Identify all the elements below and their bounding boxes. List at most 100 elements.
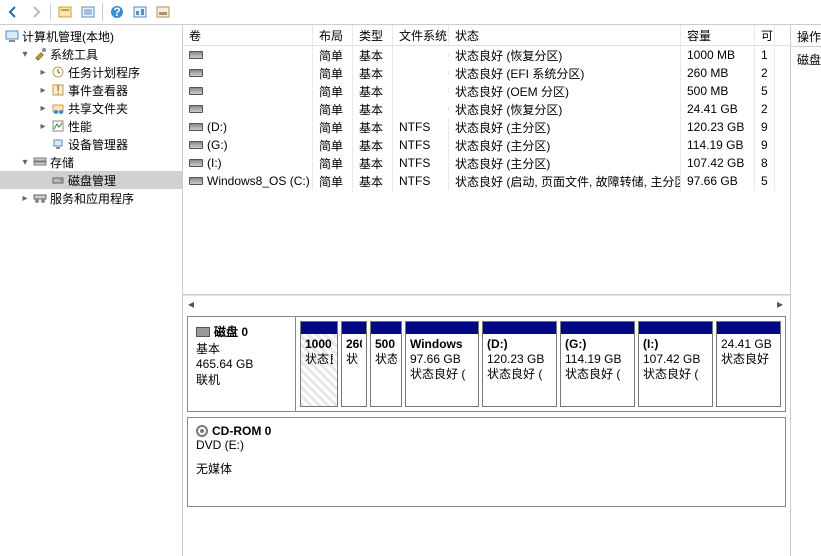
volume-row[interactable]: 简单基本状态良好 (OEM 分区)500 MB5 [183, 82, 790, 100]
tree-root[interactable]: 计算机管理(本地) [0, 27, 182, 45]
volume-row[interactable]: 简单基本状态良好 (EFI 系统分区)260 MB2 [183, 64, 790, 82]
chevron-right-icon[interactable]: ▸ [36, 67, 50, 78]
tree-perf[interactable]: ▸ 性能 [0, 117, 182, 135]
storage-icon [32, 156, 48, 168]
horizontal-scrollbar[interactable]: ◂ ▸ [183, 295, 790, 311]
tree-services[interactable]: ▸ 服务和应用程序 [0, 189, 182, 207]
toolbar-separator [102, 3, 103, 21]
tree-label: 系统工具 [50, 46, 98, 63]
volume-row[interactable]: (I:)简单基本NTFS状态良好 (主分区)107.42 GB8 [183, 154, 790, 172]
vol-fs: NTFS [393, 154, 449, 172]
disk-graphical-view[interactable]: 磁盘 0 基本 465.64 GB 联机 1000状态良260状500状态Win… [183, 311, 790, 556]
partition-name: 1000 [305, 337, 333, 352]
cdrom-icon [196, 425, 208, 437]
volume-icon [189, 141, 203, 149]
tree-label: 性能 [68, 118, 92, 135]
vol-cap: 107.42 GB [681, 154, 755, 172]
volume-list[interactable]: 卷 布局 类型 文件系统 状态 容量 可 简单基本状态良好 (恢复分区)1000… [183, 25, 790, 295]
vol-free: 5 [755, 82, 775, 100]
nav-tree[interactable]: 计算机管理(本地) ▾ 系统工具 ▸ 任务计划程序 ▸ ! 事件查看器 ▸ 共享… [0, 25, 183, 556]
cdrom-drive: DVD (E:) [196, 438, 306, 452]
partition-name: 500 [375, 337, 397, 352]
toolbar-icon-2[interactable] [77, 1, 99, 23]
disk-type: 基本 [196, 340, 287, 357]
partition[interactable]: (G:)114.19 GB状态良好 ( [560, 321, 635, 407]
volume-icon [189, 159, 203, 167]
col-capacity[interactable]: 容量 [681, 25, 755, 45]
chevron-down-icon[interactable]: ▾ [18, 49, 32, 60]
tree-shared[interactable]: ▸ 共享文件夹 [0, 99, 182, 117]
disk-icon [196, 327, 210, 337]
volume-row[interactable]: 简单基本状态良好 (恢复分区)24.41 GB2 [183, 100, 790, 118]
tree-storage[interactable]: ▾ 存储 [0, 153, 182, 171]
disk-status: 联机 [196, 371, 287, 388]
partition-status: 状态良好 ( [410, 367, 474, 382]
partition-name: (G:) [565, 337, 630, 352]
vol-free: 1 [755, 46, 775, 64]
tree-label: 磁盘管理 [68, 172, 116, 189]
volume-row[interactable]: Windows8_OS (C:)简单基本NTFS状态良好 (启动, 页面文件, … [183, 172, 790, 190]
tree-eventvwr[interactable]: ▸ ! 事件查看器 [0, 81, 182, 99]
chevron-right-icon[interactable]: ▸ [36, 121, 50, 132]
volume-icon [189, 87, 203, 95]
vol-fs [393, 71, 449, 75]
disk-0-partitions: 1000状态良260状500状态Windows97.66 GB状态良好 ((D:… [296, 317, 785, 411]
partition[interactable]: 1000状态良 [300, 321, 338, 407]
svg-text:!: ! [56, 84, 59, 96]
forward-button[interactable] [25, 1, 47, 23]
tree-devmgr[interactable]: 设备管理器 [0, 135, 182, 153]
partition-status: 状态良好 ( [487, 367, 552, 382]
col-volume[interactable]: 卷 [183, 25, 313, 45]
cdrom-row[interactable]: CD-ROM 0 DVD (E:) 无媒体 [187, 417, 786, 507]
toolbar-icon-3[interactable] [129, 1, 151, 23]
volume-row[interactable]: (G:)简单基本NTFS状态良好 (主分区)114.19 GB9 [183, 136, 790, 154]
col-status[interactable]: 状态 [449, 25, 681, 45]
partition-size: 107.42 GB [643, 352, 708, 367]
actions-item-diskmgmt[interactable]: 磁盘 [791, 47, 821, 72]
chevron-down-icon[interactable]: ▾ [18, 157, 32, 168]
partition[interactable]: (D:)120.23 GB状态良好 ( [482, 321, 557, 407]
col-type[interactable]: 类型 [353, 25, 393, 45]
partition[interactable]: 24.41 GB状态良好 [716, 321, 781, 407]
volume-icon [189, 51, 203, 59]
partition[interactable]: 260状 [341, 321, 367, 407]
vol-free: 2 [755, 100, 775, 118]
volume-row[interactable]: 简单基本状态良好 (恢复分区)1000 MB1 [183, 46, 790, 64]
disk-0-row[interactable]: 磁盘 0 基本 465.64 GB 联机 1000状态良260状500状态Win… [187, 316, 786, 412]
toolbar-icon-4[interactable] [152, 1, 174, 23]
partition-stripe [561, 322, 634, 334]
chevron-right-icon[interactable]: ▸ [36, 103, 50, 114]
partition-status: 状态 [375, 352, 397, 367]
scroll-right-icon[interactable]: ▸ [772, 297, 788, 311]
volume-row[interactable]: (D:)简单基本NTFS状态良好 (主分区)120.23 GB9 [183, 118, 790, 136]
perf-icon [50, 120, 66, 132]
actions-header: 操作 [791, 25, 821, 47]
volume-header[interactable]: 卷 布局 类型 文件系统 状态 容量 可 [183, 25, 790, 46]
tree-diskmgmt[interactable]: 磁盘管理 [0, 171, 182, 189]
help-button[interactable]: ? [106, 1, 128, 23]
partition[interactable]: Windows97.66 GB状态良好 ( [405, 321, 479, 407]
scroll-left-icon[interactable]: ◂ [183, 297, 199, 311]
col-layout[interactable]: 布局 [313, 25, 353, 45]
partition-stripe [406, 322, 478, 334]
vol-name: (D:) [207, 120, 227, 134]
chevron-right-icon[interactable]: ▸ [18, 193, 32, 204]
tree-scheduler[interactable]: ▸ 任务计划程序 [0, 63, 182, 81]
tree-systools[interactable]: ▾ 系统工具 [0, 45, 182, 63]
partition-size: 97.66 GB [410, 352, 474, 367]
partition-stripe [301, 322, 337, 334]
volume-icon [189, 123, 203, 131]
vol-fs [393, 107, 449, 111]
partition-name: 260 [346, 337, 362, 352]
col-filesystem[interactable]: 文件系统 [393, 25, 449, 45]
tree-label: 设备管理器 [68, 136, 128, 153]
partition-name: (D:) [487, 337, 552, 352]
toolbar-icon-1[interactable] [54, 1, 76, 23]
chevron-right-icon[interactable]: ▸ [36, 85, 50, 96]
partition[interactable]: 500状态 [370, 321, 402, 407]
partition-status: 状态良好 ( [565, 367, 630, 382]
partition[interactable]: (I:)107.42 GB状态良好 ( [638, 321, 713, 407]
back-button[interactable] [2, 1, 24, 23]
col-free[interactable]: 可 [755, 25, 775, 45]
vol-free: 9 [755, 118, 775, 136]
